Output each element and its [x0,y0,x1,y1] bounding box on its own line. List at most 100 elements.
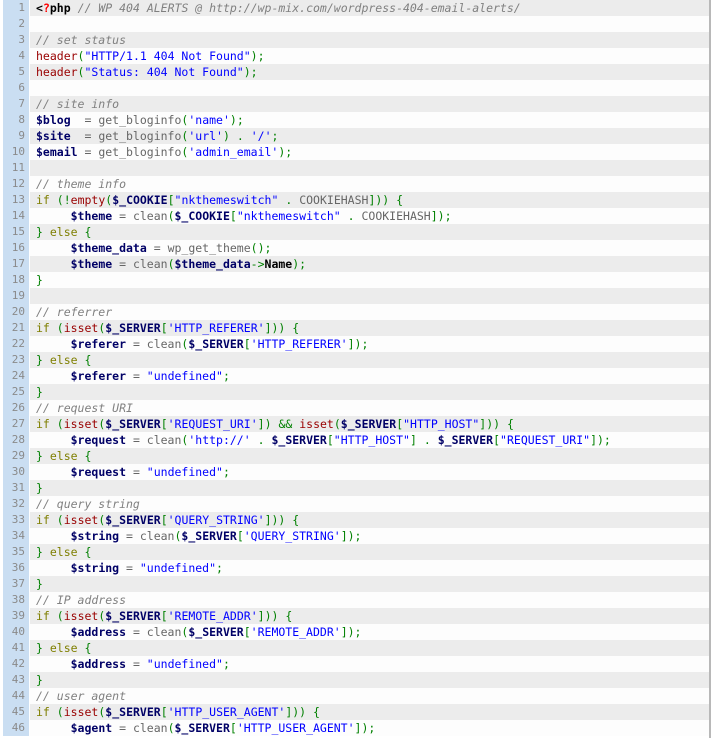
line-number[interactable]: 5 [3,64,30,80]
line-number[interactable]: 7 [3,96,30,112]
line-number[interactable]: 11 [3,160,30,176]
line-code[interactable]: // request URI [29,400,709,416]
line-number[interactable]: 37 [3,576,30,592]
line-code[interactable]: if (isset($_SERVER['HTTP_REFERER'])) { [29,320,709,336]
line-code[interactable]: header("Status: 404 Not Found"); [29,64,709,80]
line-number[interactable]: 9 [3,128,30,144]
line-number[interactable]: 19 [3,288,30,304]
line-code[interactable]: } [29,480,709,496]
line-code[interactable]: $address = clean($_SERVER['REMOTE_ADDR']… [29,624,709,640]
line-number[interactable]: 30 [3,464,30,480]
line-code[interactable]: } [29,384,709,400]
line-number[interactable]: 16 [3,240,30,256]
line-code[interactable]: } [29,272,709,288]
line-number[interactable]: 12 [3,176,30,192]
line-number[interactable]: 34 [3,528,30,544]
line-number[interactable]: 24 [3,368,30,384]
line-number[interactable]: 42 [3,656,30,672]
line-code[interactable]: $request = "undefined"; [29,464,709,480]
token-punc: ; [354,529,362,543]
line-number[interactable]: 1 [3,0,30,16]
line-code[interactable]: // query string [29,496,709,512]
line-code[interactable]: $site = get_bloginfo('url') . '/'; [29,128,709,144]
line-code[interactable]: $blog = get_bloginfo('name'); [29,112,709,128]
line-code[interactable]: <?php // WP 404 ALERTS @ http://wp-mix.c… [29,0,709,16]
line-code[interactable]: // referrer [29,304,709,320]
line-code[interactable]: } else { [29,352,709,368]
line-code[interactable]: $address = "undefined"; [29,656,709,672]
line-number[interactable]: 28 [3,432,30,448]
line-code[interactable]: if (!empty($_COOKIE["nkthemeswitch" . CO… [29,192,709,208]
line-code[interactable] [29,80,709,96]
line-code[interactable]: header("HTTP/1.1 404 Not Found"); [29,48,709,64]
line-code[interactable]: } else { [29,544,709,560]
line-number[interactable]: 41 [3,640,30,656]
line-number[interactable]: 8 [3,112,30,128]
line-code[interactable]: if (isset($_SERVER['QUERY_STRING'])) { [29,512,709,528]
line-number[interactable]: 3 [3,32,30,48]
line-code[interactable]: } [29,576,709,592]
line-number[interactable]: 17 [3,256,30,272]
line-code[interactable]: // set status [29,32,709,48]
line-number[interactable]: 20 [3,304,30,320]
line-code[interactable]: $request = clean('http://' . $_SERVER["H… [29,432,709,448]
line-number[interactable]: 35 [3,544,30,560]
line-number[interactable]: 29 [3,448,30,464]
line-code[interactable]: $email = get_bloginfo('admin_email'); [29,144,709,160]
line-number[interactable]: 6 [3,80,30,96]
line-code[interactable]: // theme info [29,176,709,192]
line-number[interactable]: 36 [3,560,30,576]
line-number[interactable]: 31 [3,480,30,496]
line-code[interactable]: $agent = clean($_SERVER['HTTP_USER_AGENT… [29,720,709,736]
line-number[interactable]: 21 [3,320,30,336]
line-number[interactable]: 45 [3,704,30,720]
line-number[interactable]: 33 [3,512,30,528]
line-number[interactable]: 25 [3,384,30,400]
line-code[interactable]: $theme = clean($_COOKIE["nkthemeswitch" … [29,208,709,224]
line-number[interactable]: 32 [3,496,30,512]
line-code[interactable]: // site info [29,96,709,112]
line-code[interactable]: if (isset($_SERVER['REQUEST_URI']) && is… [29,416,709,432]
line-number[interactable]: 22 [3,336,30,352]
line-code[interactable]: $string = "undefined"; [29,560,709,576]
line-number[interactable]: 18 [3,272,30,288]
line-code[interactable]: $theme = clean($theme_data->Name); [29,256,709,272]
line-number[interactable]: 14 [3,208,30,224]
line-number[interactable]: 40 [3,624,30,640]
line-code[interactable]: } else { [29,448,709,464]
line-number[interactable]: 43 [3,672,30,688]
line-number[interactable]: 44 [3,688,30,704]
line-number[interactable]: 38 [3,592,30,608]
line-code[interactable]: $theme_data = wp_get_theme(); [29,240,709,256]
line-number[interactable]: 46 [3,720,30,736]
line-code[interactable]: // user agent [29,688,709,704]
code-listing-body: 1 <?php // WP 404 ALERTS @ http://wp-mix.… [3,0,709,736]
line-code[interactable]: if (isset($_SERVER['REMOTE_ADDR'])) { [29,608,709,624]
line-code[interactable]: $string = clean($_SERVER['QUERY_STRING']… [29,528,709,544]
line-number[interactable]: 10 [3,144,30,160]
line-number[interactable]: 39 [3,608,30,624]
line-code[interactable]: } else { [29,224,709,240]
line-code[interactable]: } [29,672,709,688]
line-code[interactable]: // IP address [29,592,709,608]
line-number[interactable]: 15 [3,224,30,240]
line-number[interactable]: 13 [3,192,30,208]
line-code[interactable] [29,288,709,304]
line-number[interactable]: 2 [3,16,30,32]
line-code[interactable] [29,16,709,32]
token-plain: = get_bloginfo [77,145,182,159]
line-number[interactable]: 23 [3,352,30,368]
line-number[interactable]: 26 [3,400,30,416]
line-number[interactable]: 4 [3,48,30,64]
line-code[interactable]: $referer = clean($_SERVER['HTTP_REFERER'… [29,336,709,352]
line-code[interactable] [29,160,709,176]
line-code[interactable]: if (isset($_SERVER['HTTP_USER_AGENT'])) … [29,704,709,720]
line-code[interactable]: } else { [29,640,709,656]
line-number[interactable]: 27 [3,416,30,432]
code-viewer[interactable]: 1 <?php // WP 404 ALERTS @ http://wp-mix.… [0,0,711,738]
line-code[interactable]: $referer = "undefined"; [29,368,709,384]
